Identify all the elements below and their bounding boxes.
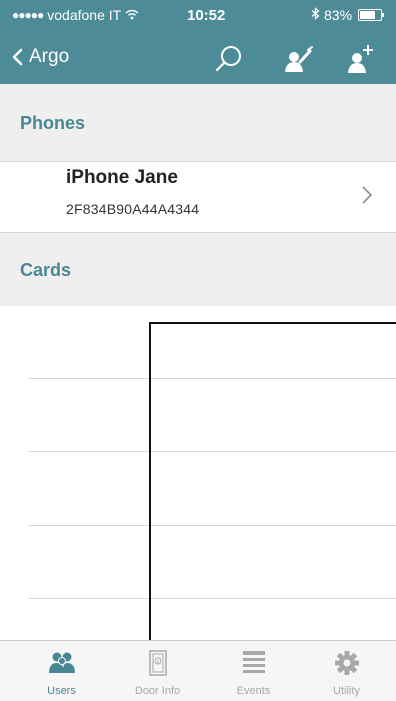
navigation-bar: Argo bbox=[0, 32, 396, 84]
door-info-icon bbox=[148, 650, 167, 676]
status-bar: ●●●●● vodafone IT 10:52 83% bbox=[0, 0, 396, 32]
bluetooth-icon bbox=[311, 7, 320, 23]
clock: 10:52 bbox=[187, 7, 226, 24]
phone-id: 2F834B90A44A4344 bbox=[66, 201, 200, 217]
tab-utility[interactable]: Utility bbox=[297, 641, 396, 701]
status-left: ●●●●● vodafone IT bbox=[12, 7, 139, 23]
battery-fill bbox=[360, 11, 375, 19]
carrier-label: vodafone IT bbox=[47, 7, 122, 23]
tab-users-label: Users bbox=[47, 685, 76, 697]
battery-percent: 83% bbox=[324, 7, 353, 23]
tab-door-info[interactable]: Door Info bbox=[108, 641, 207, 701]
wifi-icon bbox=[125, 8, 139, 23]
cards-section-header: Cards bbox=[0, 232, 396, 306]
tab-bar: Users Door Info Events Utility bbox=[0, 640, 396, 701]
top-bar: ●●●●● vodafone IT 10:52 83% Argo bbox=[0, 0, 396, 84]
status-right: 83% bbox=[311, 7, 385, 23]
phones-section-header: Phones bbox=[0, 84, 396, 162]
chevron-left-icon bbox=[12, 48, 23, 66]
annotation-outline bbox=[149, 322, 396, 652]
phone-name: iPhone Jane bbox=[66, 167, 178, 188]
tab-events[interactable]: Events bbox=[204, 641, 303, 701]
add-user-icon[interactable] bbox=[344, 42, 378, 76]
events-list-icon bbox=[242, 651, 265, 673]
edit-user-icon[interactable] bbox=[281, 42, 315, 76]
cards-section-title: Cards bbox=[20, 260, 72, 280]
phone-list-item[interactable]: iPhone Jane 2F834B90A44A4344 bbox=[0, 162, 396, 232]
phones-section-title: Phones bbox=[20, 113, 86, 133]
battery-icon bbox=[358, 9, 385, 21]
back-label: Argo bbox=[29, 46, 70, 67]
back-button[interactable]: Argo bbox=[12, 46, 69, 68]
chevron-right-icon bbox=[362, 186, 373, 204]
tab-door-info-label: Door Info bbox=[134, 685, 181, 697]
signal-icon: ●●●●● bbox=[12, 8, 44, 22]
search-icon[interactable] bbox=[212, 42, 246, 76]
tab-events-label: Events bbox=[236, 685, 271, 697]
tab-users[interactable]: Users bbox=[12, 641, 111, 701]
app-screen: ●●●●● vodafone IT 10:52 83% Argo Phones … bbox=[0, 0, 396, 701]
tab-utility-label: Utility bbox=[333, 685, 360, 697]
gear-icon bbox=[334, 651, 359, 675]
users-icon bbox=[48, 652, 75, 673]
